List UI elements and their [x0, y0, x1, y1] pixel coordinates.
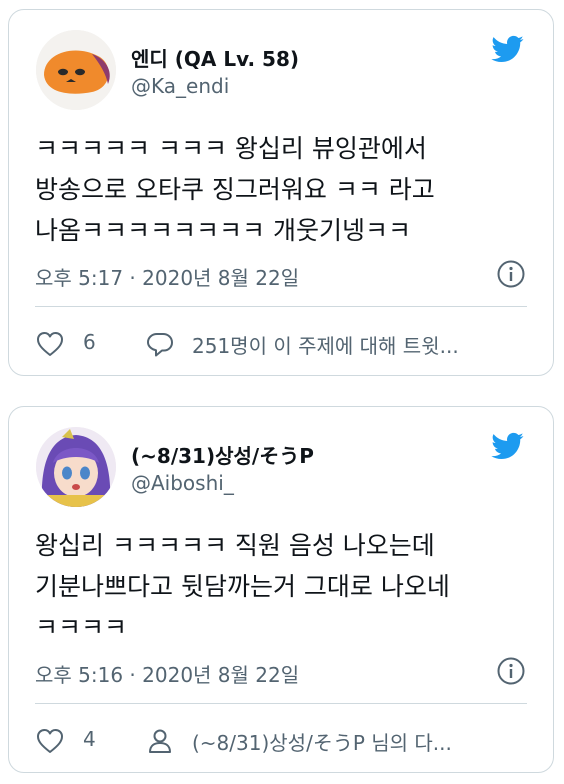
twitter-bird-icon[interactable]	[487, 429, 527, 463]
tweet-card[interactable]: 엔디 (QA Lv. 58) @Ka_endi ㅋㅋㅋㅋㅋ ㅋㅋㅋ 왕십리 뷰잉…	[8, 9, 554, 376]
tweet-text-line: 방송으로 오타쿠 징그러워요 ㅋㅋ 라고	[35, 175, 435, 204]
heart-icon[interactable]	[35, 726, 65, 756]
tweet-timestamp[interactable]: 오후 5:16 · 2020년 8월 22일	[35, 659, 299, 688]
info-icon[interactable]	[496, 656, 526, 686]
tweet-text-line: 나옴ㅋㅋㅋㅋㅋㅋㅋㅋ 개웃기넹ㅋㅋ	[35, 216, 411, 245]
related-tweets-link[interactable]: 251명이 이 주제에 대해 트윗...	[192, 330, 459, 359]
like-count: 6	[83, 330, 96, 354]
author-name[interactable]: (~8/31)상성/そうP	[131, 440, 314, 469]
tweet-text: 왕십리 ㅋㅋㅋㅋㅋ 직원 음성 나오는데 기분나쁘다고 뒷담까는거 그대로 나오…	[35, 525, 535, 648]
author-handle[interactable]: @Aiboshi_	[131, 471, 234, 495]
tweet-timestamp[interactable]: 오후 5:17 · 2020년 8월 22일	[35, 262, 299, 291]
person-icon[interactable]	[145, 726, 175, 756]
tweet-text-line: ㅋㅋㅋㅋ	[35, 613, 128, 642]
tweet-text: ㅋㅋㅋㅋㅋ ㅋㅋㅋ 왕십리 뷰잉관에서 방송으로 오타쿠 징그러워요 ㅋㅋ 라고…	[35, 128, 535, 251]
twitter-bird-icon[interactable]	[487, 32, 527, 66]
author-handle[interactable]: @Ka_endi	[131, 74, 229, 98]
speech-bubble-icon[interactable]	[145, 329, 175, 359]
like-count: 4	[83, 727, 96, 751]
tweet-text-line: 기분나쁘다고 뒷담까는거 그대로 나오네	[35, 572, 450, 601]
avatar[interactable]	[36, 427, 116, 507]
tweet-text-line: ㅋㅋㅋㅋㅋ ㅋㅋㅋ 왕십리 뷰잉관에서	[35, 134, 427, 163]
divider	[35, 703, 527, 704]
tweet-card[interactable]: (~8/31)상성/そうP @Aiboshi_ 왕십리 ㅋㅋㅋㅋㅋ 직원 음성 …	[8, 406, 554, 773]
tweet-text-line: 왕십리 ㅋㅋㅋㅋㅋ 직원 음성 나오는데	[35, 531, 435, 560]
heart-icon[interactable]	[35, 329, 65, 359]
author-name[interactable]: 엔디 (QA Lv. 58)	[131, 43, 299, 72]
divider	[35, 306, 527, 307]
profile-link[interactable]: (~8/31)상성/そうP 님의 다...	[192, 727, 452, 756]
avatar[interactable]	[36, 30, 116, 110]
info-icon[interactable]	[496, 259, 526, 289]
